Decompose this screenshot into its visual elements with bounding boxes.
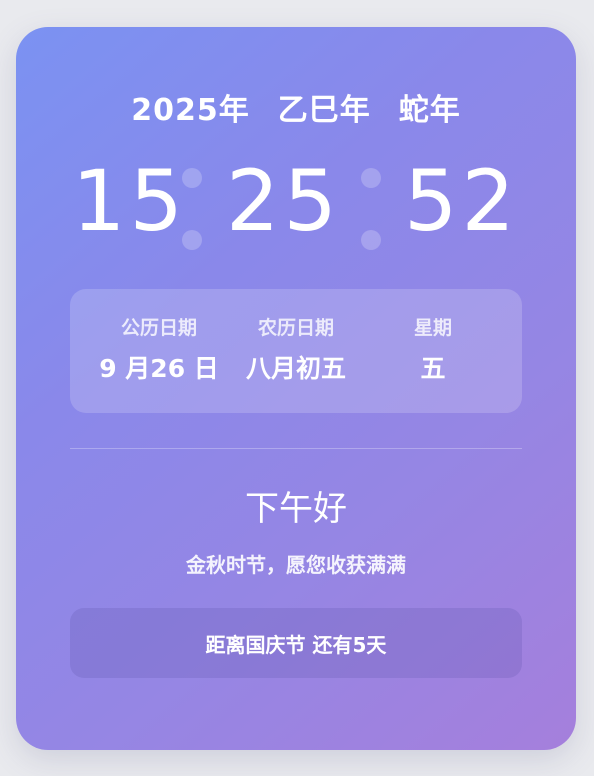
greeting-text: 下午好	[245, 489, 347, 529]
solar-date-value: 9 月26 日	[99, 354, 219, 383]
clock-hours: 15	[72, 152, 187, 250]
lunar-date-value: 八月初五	[245, 354, 346, 383]
weekday-label: 星期	[413, 317, 452, 339]
ganzhi-year-text: 乙巳年	[277, 93, 371, 128]
digital-clock: 15 25 52	[16, 151, 576, 261]
section-divider	[70, 448, 522, 449]
lunar-date-label: 农历日期	[257, 317, 334, 339]
solar-date-label: 公历日期	[120, 317, 197, 339]
year-text: 2025年	[131, 93, 250, 128]
clock-seconds: 52	[404, 152, 519, 250]
weekday-value: 五	[420, 354, 446, 383]
colon-dot-top-1	[182, 168, 202, 188]
holiday-countdown-text: 距离国庆节 还有5天	[205, 633, 387, 657]
colon-dot-bottom-1	[182, 230, 202, 250]
colon-dot-bottom-2	[361, 230, 381, 250]
date-info-panel: 公历日期 9 月26 日 农历日期 八月初五 星期 五	[70, 289, 522, 413]
calendar-card: 2025年 乙巳年 蛇年 15 25 52 公历日期 9 月26 日 农历日期 八月…	[16, 27, 576, 750]
colon-dot-top-2	[361, 168, 381, 188]
season-message: 金秋时节，愿您收获满满	[186, 553, 406, 577]
year-header: 2025年 乙巳年 蛇年	[16, 85, 576, 129]
clock-minutes: 25	[226, 152, 341, 250]
holiday-countdown-box: 距离国庆节 还有5天	[70, 608, 522, 678]
zodiac-year-text: 蛇年	[398, 93, 461, 128]
